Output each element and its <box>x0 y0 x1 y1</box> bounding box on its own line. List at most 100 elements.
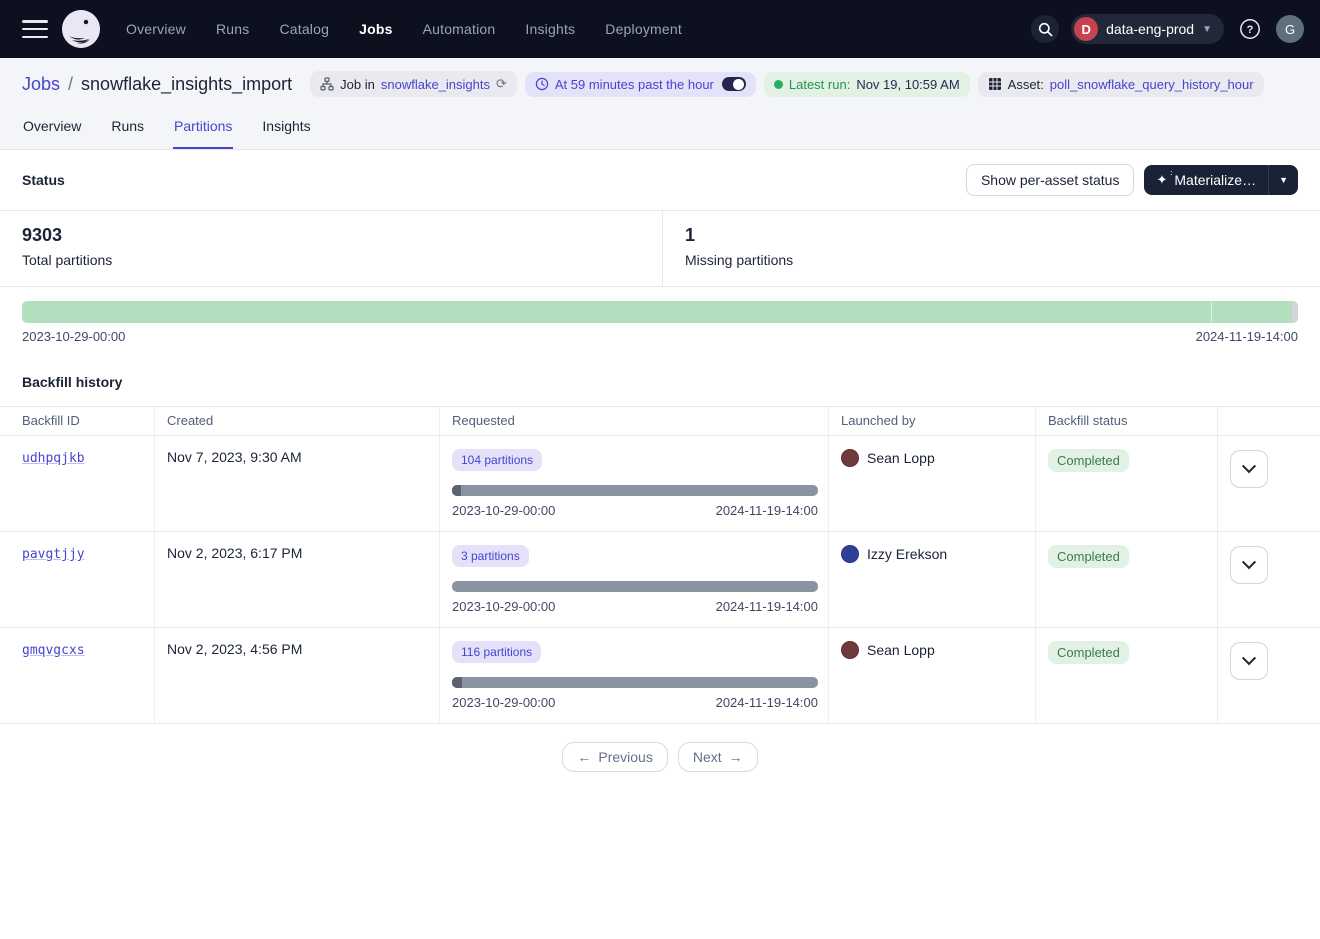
nav-runs[interactable]: Runs <box>216 21 249 37</box>
partition-range-start: 2023-10-29-00:00 <box>22 329 125 344</box>
nav-deployment[interactable]: Deployment <box>605 21 682 37</box>
sparkle-icon: ✦ <box>1156 172 1167 188</box>
launched-by-name: Sean Lopp <box>867 450 935 466</box>
status-actions: Show per-asset status ✦ Materialize… ▼ <box>966 164 1298 196</box>
asset-link[interactable]: poll_snowflake_query_history_hour <box>1050 77 1254 92</box>
requested-cell: 104 partitions 2023-10-29-00:00 2024-11-… <box>440 436 829 531</box>
user-avatar-icon <box>841 545 859 563</box>
range-end: 2024-11-19-14:00 <box>716 695 818 710</box>
requested-partitions-badge[interactable]: 104 partitions <box>452 449 542 471</box>
schedule-badge: At 59 minutes past the hour <box>525 72 756 97</box>
col-launched-by: Launched by <box>829 407 1036 435</box>
row-actions-button[interactable] <box>1230 642 1268 680</box>
launched-by-name: Izzy Erekson <box>867 546 947 562</box>
latest-run-label: Latest run: <box>789 77 850 92</box>
nav-catalog[interactable]: Catalog <box>279 21 329 37</box>
chevron-down-icon: ▼ <box>1202 24 1212 35</box>
workspace-avatar: D <box>1074 17 1098 41</box>
created-cell: Nov 7, 2023, 9:30 AM <box>155 436 440 531</box>
backfill-id-cell: udhpqjkb <box>0 436 155 531</box>
col-backfill-status: Backfill status <box>1036 407 1218 435</box>
latest-run-badge: Latest run: Nov 19, 10:59 AM <box>764 72 970 97</box>
requested-range-bar <box>452 485 818 496</box>
backfill-status-cell: Completed <box>1036 532 1218 627</box>
backfill-id-link[interactable]: gmqvgcxs <box>22 643 85 658</box>
workspace-name: data-eng-prod <box>1106 21 1194 37</box>
materialize-button[interactable]: ✦ Materialize… <box>1144 165 1268 195</box>
status-section-header: Status Show per-asset status ✦ Materiali… <box>0 150 1320 210</box>
topnav-right: D data-eng-prod ▼ ? G <box>1031 14 1304 44</box>
created-timestamp: Nov 7, 2023, 9:30 AM <box>167 449 302 465</box>
code-location-link[interactable]: snowflake_insights <box>381 77 490 92</box>
menu-icon[interactable] <box>22 20 48 38</box>
partition-range-labels: 2023-10-29-00:00 2024-11-19-14:00 <box>22 329 1298 344</box>
chevron-down-icon <box>1242 459 1256 473</box>
partition-health-bar-section: 2023-10-29-00:00 2024-11-19-14:00 <box>0 287 1320 350</box>
missing-partitions-stat: 1 Missing partitions <box>663 211 815 286</box>
nav-overview[interactable]: Overview <box>126 21 186 37</box>
previous-page-button[interactable]: ← Previous <box>562 742 667 772</box>
workspace-switcher[interactable]: D data-eng-prod ▼ <box>1071 14 1224 44</box>
created-cell: Nov 2, 2023, 6:17 PM <box>155 532 440 627</box>
requested-partitions-badge[interactable]: 116 partitions <box>452 641 541 663</box>
range-start: 2023-10-29-00:00 <box>452 695 555 710</box>
arrow-right-icon: → <box>729 749 743 765</box>
tab-bar: Overview Runs Partitions Insights <box>0 106 1320 150</box>
actions-cell <box>1218 628 1320 723</box>
status-badge: Completed <box>1048 545 1129 568</box>
materialize-dropdown-button[interactable]: ▼ <box>1268 165 1298 195</box>
tab-insights[interactable]: Insights <box>261 106 311 149</box>
backfill-history-table: Backfill ID Created Requested Launched b… <box>0 406 1320 724</box>
latest-run-time[interactable]: Nov 19, 10:59 AM <box>856 77 959 92</box>
partition-health-bar[interactable] <box>22 301 1298 323</box>
backfill-id-cell: gmqvgcxs <box>0 628 155 723</box>
svg-text:?: ? <box>1247 24 1254 36</box>
requested-range-labels: 2023-10-29-00:00 2024-11-19-14:00 <box>452 695 818 710</box>
materialize-split-button: ✦ Materialize… ▼ <box>1144 165 1298 195</box>
range-end: 2024-11-19-14:00 <box>716 599 818 614</box>
launched-by-name: Sean Lopp <box>867 642 935 658</box>
range-end: 2024-11-19-14:00 <box>716 503 818 518</box>
backfill-status-cell: Completed <box>1036 436 1218 531</box>
breadcrumb: Jobs / snowflake_insights_import Job in … <box>0 58 1320 106</box>
backfill-id-link[interactable]: pavgtjjy <box>22 547 85 562</box>
schedule-toggle[interactable] <box>722 77 746 91</box>
show-per-asset-status-button[interactable]: Show per-asset status <box>966 164 1135 196</box>
table-header-row: Backfill ID Created Requested Launched b… <box>0 406 1320 436</box>
dagster-logo-icon[interactable] <box>62 10 100 48</box>
partition-segment-divider <box>1211 301 1212 323</box>
nav-automation[interactable]: Automation <box>423 21 496 37</box>
backfill-id-link[interactable]: udhpqjkb <box>22 451 85 466</box>
run-status-dot-icon <box>774 80 783 89</box>
requested-range-bar <box>452 581 818 592</box>
table-row: pavgtjjy Nov 2, 2023, 6:17 PM 3 partitio… <box>0 532 1320 628</box>
missing-partitions-value: 1 <box>685 225 793 246</box>
requested-cell: 116 partitions 2023-10-29-00:00 2024-11-… <box>440 628 829 723</box>
requested-range-labels: 2023-10-29-00:00 2024-11-19-14:00 <box>452 503 818 518</box>
backfill-id-cell: pavgtjjy <box>0 532 155 627</box>
next-page-button[interactable]: Next → <box>678 742 758 772</box>
col-requested: Requested <box>440 407 829 435</box>
nav-insights[interactable]: Insights <box>525 21 575 37</box>
page-header-band: Jobs / snowflake_insights_import Job in … <box>0 58 1320 150</box>
backfill-history-heading: Backfill history <box>0 350 1320 406</box>
help-icon[interactable]: ? <box>1236 15 1264 43</box>
asset-label: Asset: <box>1008 77 1044 92</box>
reload-icon[interactable]: ⟳ <box>496 76 507 92</box>
arrow-left-icon: ← <box>577 749 591 765</box>
tab-runs[interactable]: Runs <box>110 106 145 149</box>
chevron-down-icon <box>1242 651 1256 665</box>
requested-range-labels: 2023-10-29-00:00 2024-11-19-14:00 <box>452 599 818 614</box>
requested-partitions-badge[interactable]: 3 partitions <box>452 545 529 567</box>
partition-range-end: 2024-11-19-14:00 <box>1196 329 1298 344</box>
row-actions-button[interactable] <box>1230 546 1268 584</box>
breadcrumb-jobs-link[interactable]: Jobs <box>22 74 60 95</box>
requested-range-bar <box>452 677 818 688</box>
nav-jobs[interactable]: Jobs <box>359 21 392 37</box>
col-actions <box>1218 407 1320 435</box>
tab-partitions[interactable]: Partitions <box>173 106 233 149</box>
search-icon[interactable] <box>1031 15 1059 43</box>
row-actions-button[interactable] <box>1230 450 1268 488</box>
tab-overview[interactable]: Overview <box>22 106 82 149</box>
user-avatar[interactable]: G <box>1276 15 1304 43</box>
